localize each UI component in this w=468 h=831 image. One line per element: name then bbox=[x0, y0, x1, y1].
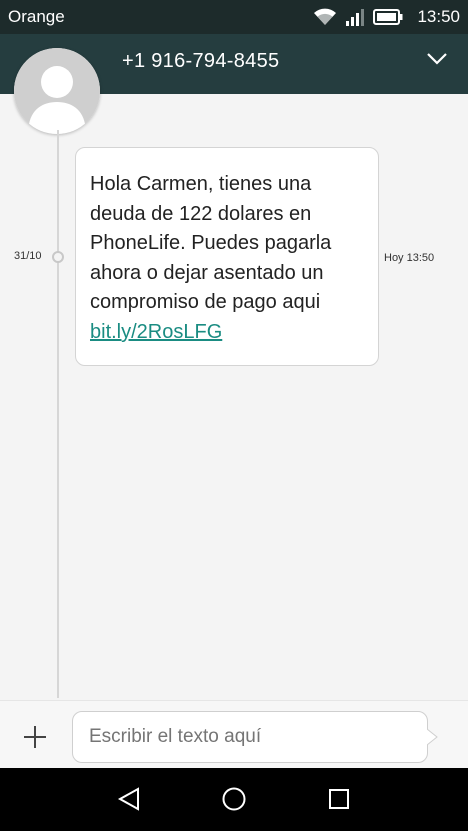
conversation-timeline bbox=[57, 130, 59, 698]
recents-icon[interactable] bbox=[326, 786, 352, 812]
carrier-name: Orange bbox=[8, 7, 65, 26]
message-date: 31/10 bbox=[14, 250, 42, 262]
message-link[interactable]: bit.ly/2RosLFG bbox=[90, 318, 222, 348]
message-time: Hoy 13:50 bbox=[384, 252, 435, 264]
status-bar: Orange 13:50 bbox=[0, 0, 468, 34]
battery-icon bbox=[373, 9, 403, 25]
avatar[interactable] bbox=[14, 48, 100, 134]
composer-bar bbox=[0, 700, 468, 769]
navigation-bar bbox=[0, 768, 468, 831]
input-tail bbox=[427, 729, 439, 745]
person-silhouette-icon bbox=[14, 48, 100, 134]
contact-number[interactable]: +1 916-794-8455 bbox=[122, 50, 279, 73]
wifi-icon bbox=[313, 8, 337, 26]
timeline-dot bbox=[52, 251, 64, 263]
chevron-down-icon[interactable] bbox=[426, 52, 448, 66]
back-icon[interactable] bbox=[116, 786, 142, 812]
message-input[interactable] bbox=[72, 711, 428, 763]
status-icons: 13:50 bbox=[313, 5, 460, 29]
signal-icon bbox=[345, 8, 365, 26]
home-icon[interactable] bbox=[221, 786, 247, 812]
status-time: 13:50 bbox=[417, 7, 460, 26]
message-bubble[interactable]: Hola Carmen, tienes una deuda de 122 dol… bbox=[75, 147, 379, 366]
message-text: Hola Carmen, tienes una deuda de 122 dol… bbox=[90, 173, 332, 314]
plus-icon[interactable] bbox=[22, 724, 48, 750]
